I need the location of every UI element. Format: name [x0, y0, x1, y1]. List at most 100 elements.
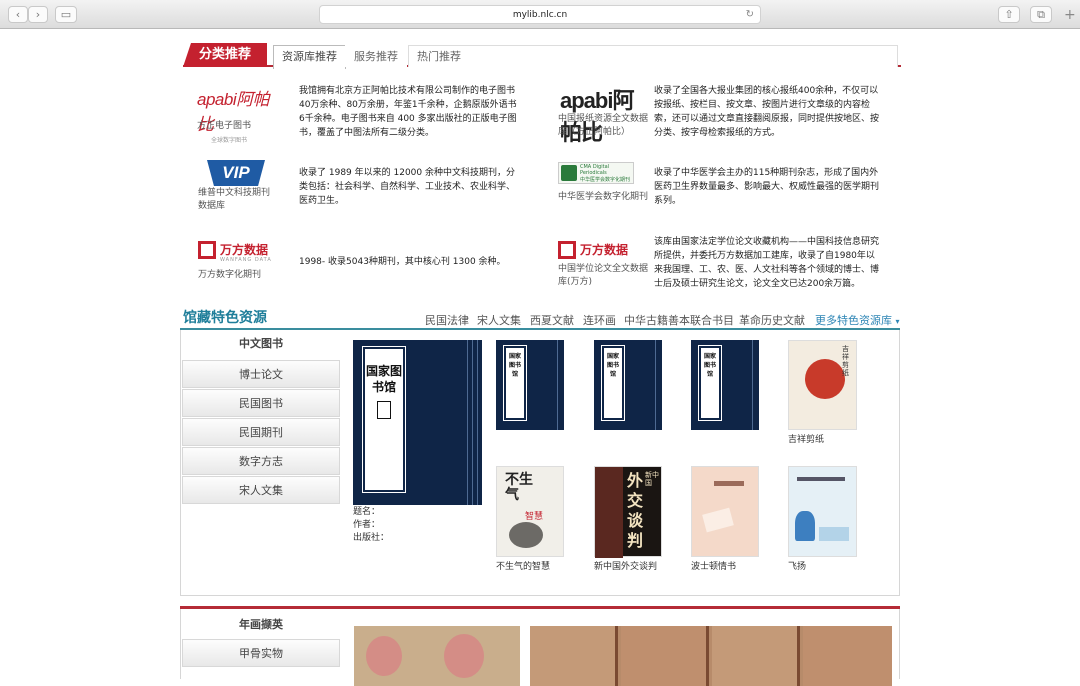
paper-plane-icon — [702, 508, 734, 533]
book-cover-jixiang[interactable]: 吉祥剪纸 — [788, 340, 857, 430]
resource-description: 该库由国家法定学位论文收藏机构——中国科技信息研究所提供，并委托万方数据加工建库… — [654, 235, 882, 291]
wanfang-logo[interactable]: 万方数据 — [558, 240, 638, 262]
vip-logo-text: VIP — [207, 160, 265, 186]
nianhua-panel-frame — [621, 626, 709, 686]
url-text: mylib.nlc.cn — [513, 10, 567, 20]
collection-title: 馆藏特色资源 — [183, 307, 267, 327]
book-cover[interactable]: 国家图书馆 — [496, 340, 564, 430]
resource-description: 收录了中华医学会主办的115种期刊杂志，形成了国内外医药卫生界数量最多、影响最大… — [654, 166, 882, 208]
tab-service-recommend[interactable]: 服务推荐 — [345, 45, 407, 67]
resource-name[interactable]: 中国学位论文全文数据库(万方) — [558, 263, 653, 289]
category-title: 分类推荐 — [183, 43, 267, 67]
collection-link-song-writings[interactable]: 宋人文集 — [477, 312, 521, 328]
book-cover-busheng[interactable]: 不生气 智慧 — [496, 466, 564, 557]
share-icon[interactable]: ⇧ — [998, 6, 1020, 23]
book-title-label: 国家图书馆 — [363, 347, 404, 492]
spine-line — [655, 340, 656, 430]
back-icon[interactable]: ‹ — [8, 6, 28, 23]
book-cover-boston[interactable] — [691, 466, 759, 557]
tabs-overview-icon[interactable]: ⧉ — [1030, 6, 1052, 23]
resource-name[interactable]: 方正电子图书 — [197, 120, 277, 133]
spine-line — [752, 340, 753, 430]
resource-name[interactable]: 维普中文科技期刊数据库 — [198, 187, 278, 213]
page-content: 分类推荐 资源库推荐 服务推荐 热门推荐 apabi阿帕比 全球数字图书 方正电… — [0, 29, 1080, 675]
book-caption: 飞扬 — [788, 559, 806, 572]
apabi-logo-subtext: 全球数字图书 — [197, 135, 277, 144]
cover-title-bar — [797, 477, 845, 481]
book-caption: 吉祥剪纸 — [788, 432, 824, 445]
tab-hot-recommend[interactable]: 热门推荐 — [408, 45, 898, 67]
resource-name[interactable]: 中华医学会数字化期刊 — [558, 191, 653, 204]
cma-logo[interactable]: CMA Digital Periodicals 中华医学会数字化期刊 — [558, 162, 634, 184]
paper-cut-rooster-icon — [805, 359, 845, 399]
forward-icon[interactable]: › — [28, 6, 48, 23]
book-cover[interactable]: 国家图书馆 — [594, 340, 662, 430]
book-cover-waijiao[interactable]: 新中国 外交谈判 — [594, 466, 662, 557]
book-cover-subtitle: 智慧 — [525, 509, 543, 522]
resource-description: 收录了 1989 年以来的 12000 余种中文科技期刊，分类包括：社会科学、自… — [299, 166, 521, 208]
vip-logo[interactable]: VIP — [207, 160, 265, 186]
seal-icon — [377, 401, 391, 419]
collection-link-revolution[interactable]: 革命历史文献 — [739, 312, 805, 328]
wanfang-emblem-icon — [198, 241, 216, 259]
book-caption: 新中国外交谈判 — [594, 559, 657, 572]
book-cover-title: 外交谈判 — [627, 471, 645, 551]
book-cover-feiyang[interactable] — [788, 466, 857, 557]
side-tab-minguo-books[interactable]: 民国图书 — [182, 389, 340, 417]
nianhua-image[interactable] — [354, 626, 520, 686]
wanfang-logo[interactable]: 万方数据 WANFANG DATA — [198, 240, 278, 264]
book-cover[interactable]: 国家图书馆 — [691, 340, 759, 430]
side-tab-dissertations[interactable]: 博士论文 — [182, 360, 340, 388]
resource-description: 1998- 收录5043种期刊，其中核心刊 1300 余种。 — [299, 255, 521, 269]
book-cover-title: 国家图书馆 — [604, 352, 622, 379]
sidebar-icon[interactable]: ▭ — [55, 6, 77, 23]
more-collection-link[interactable]: 更多特色资源库 ▾ — [815, 312, 900, 328]
book-cover-title: 国家图书馆 — [701, 352, 719, 379]
featured-book-cover[interactable]: 国家图书馆 — [353, 340, 482, 505]
resource-description: 收录了全国各大报业集团的核心报纸400余种，不仅可以按报纸、按栏目、按文章、按图… — [654, 84, 882, 140]
nianhua-panel-frame — [530, 626, 618, 686]
book-meta-publisher: 出版社： — [353, 532, 389, 545]
spine-line — [557, 340, 558, 430]
book-title-label: 国家图书馆 — [602, 346, 624, 420]
cover-shape — [819, 527, 849, 541]
nianhua-image[interactable] — [530, 626, 892, 686]
book-cover-subtitle: 新中国 — [645, 471, 659, 487]
book-caption: 波士顿情书 — [691, 559, 736, 572]
category-header: 分类推荐 资源库推荐 服务推荐 热门推荐 — [183, 43, 901, 67]
resource-name[interactable]: 万方数字化期刊 — [198, 269, 278, 282]
address-bar[interactable]: mylib.nlc.cn ↻ — [319, 5, 761, 24]
apabi-logo[interactable]: apabi阿帕比 — [560, 83, 635, 113]
wanfang-emblem-icon — [558, 241, 576, 259]
more-collection-label: 更多特色资源库 — [815, 314, 892, 327]
reload-icon[interactable]: ↻ — [746, 6, 754, 24]
book-cover-title: 国家图书馆 — [506, 352, 524, 379]
side-tab-nianhua[interactable]: 年画撷英 — [182, 611, 340, 639]
book-title-label: 国家图书馆 — [699, 346, 721, 420]
spine-line — [477, 340, 478, 505]
apabi-logo[interactable]: apabi阿帕比 全球数字图书 — [197, 85, 277, 115]
collection-link-minguo-law[interactable]: 民国法律 — [425, 312, 469, 328]
collection-link-ancient-books[interactable]: 中华古籍善本联合书目 — [624, 312, 734, 328]
figure-icon — [366, 636, 402, 676]
new-tab-icon[interactable]: + — [1064, 8, 1076, 22]
collection-link-comics[interactable]: 连环画 — [583, 312, 616, 328]
resource-description: 我馆拥有北京方正阿帕比技术有限公司制作的电子图书40万余种、80万余册，年鉴1千… — [299, 84, 521, 140]
spine-line — [472, 340, 473, 505]
collection-link-xixia[interactable]: 西夏文献 — [530, 312, 574, 328]
side-tab-oracle-bones[interactable]: 甲骨实物 — [182, 639, 340, 667]
cma-logo-subtext: 中华医学会数字化期刊 — [580, 177, 634, 183]
side-tab-local-gazetteers[interactable]: 数字方志 — [182, 447, 340, 475]
book-cover-title: 不生气 — [505, 473, 545, 503]
collection-header: 馆藏特色资源 民国法律 宋人文集 西夏文献 连环画 中华古籍善本联合书目 革命历… — [180, 306, 900, 330]
tab-resource-recommend[interactable]: 资源库推荐 — [273, 45, 346, 69]
side-tab-song-writings[interactable]: 宋人文集 — [182, 476, 340, 504]
figure-icon — [444, 634, 484, 678]
side-tab-chinese-books[interactable]: 中文图书 — [182, 330, 340, 358]
wanfang-logo-text: 万方数据 — [220, 241, 268, 258]
side-tab-minguo-periodicals[interactable]: 民国期刊 — [182, 418, 340, 446]
resource-name[interactable]: 中国报纸资源全文数据库（方正阿帕比） — [558, 113, 653, 139]
spine-line — [467, 340, 468, 505]
book-title-label: 国家图书馆 — [504, 346, 526, 420]
book-caption: 不生气的智慧 — [496, 559, 550, 572]
